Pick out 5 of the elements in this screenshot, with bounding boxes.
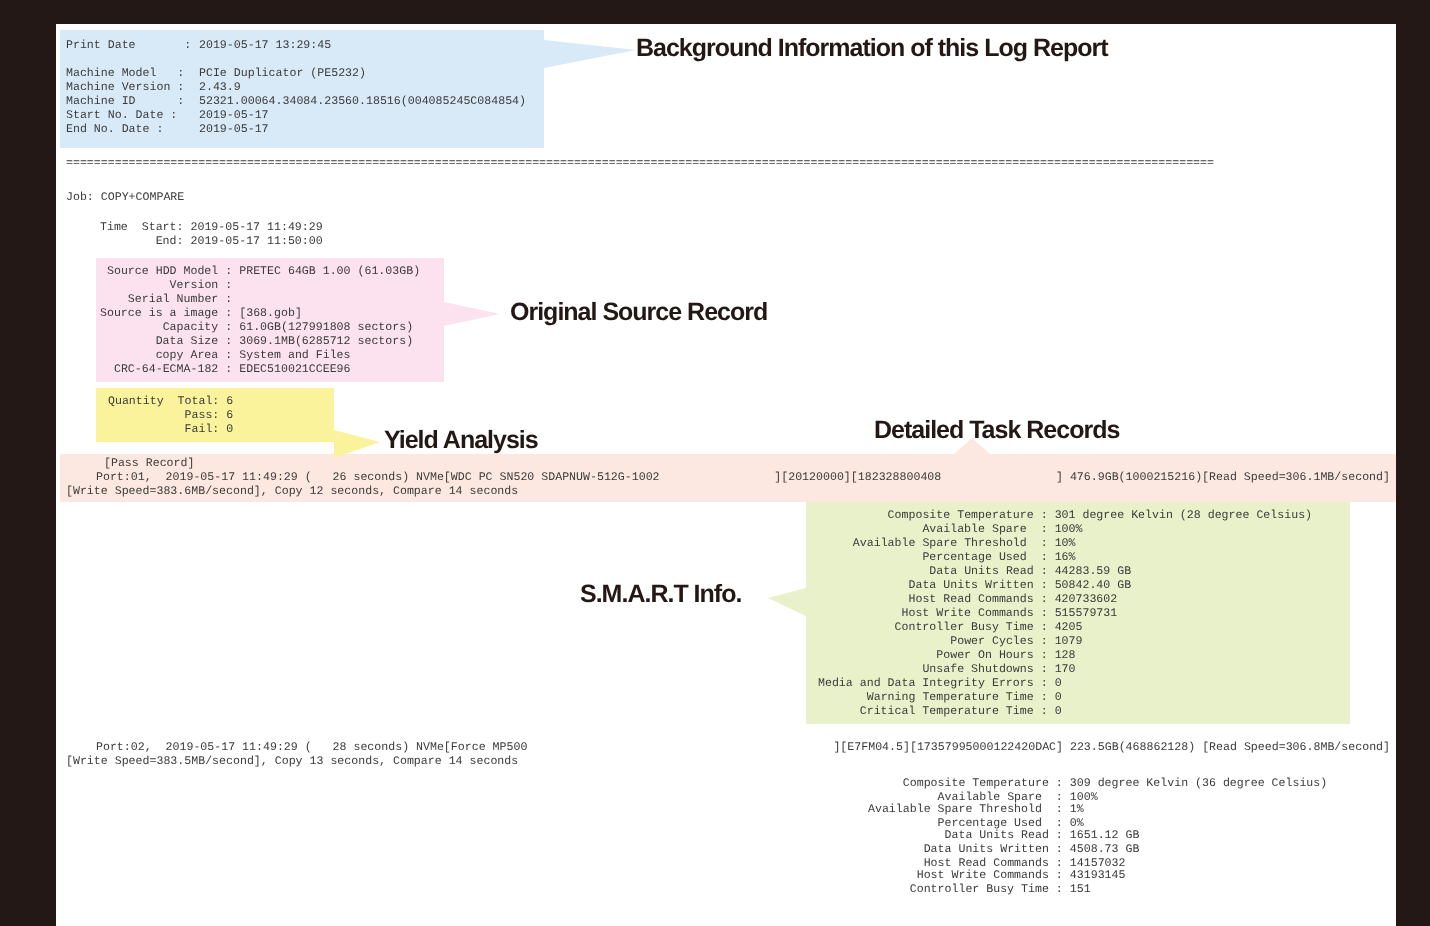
callout-label: S.M.A.R.T Info. <box>580 580 742 610</box>
callout-label: Original Source Record <box>510 298 768 328</box>
callout-label: Background Information of this Log Report <box>636 34 1108 64</box>
callout-label: Yield Analysis <box>384 426 538 456</box>
callout-label: Detailed Task Records <box>874 416 1120 446</box>
